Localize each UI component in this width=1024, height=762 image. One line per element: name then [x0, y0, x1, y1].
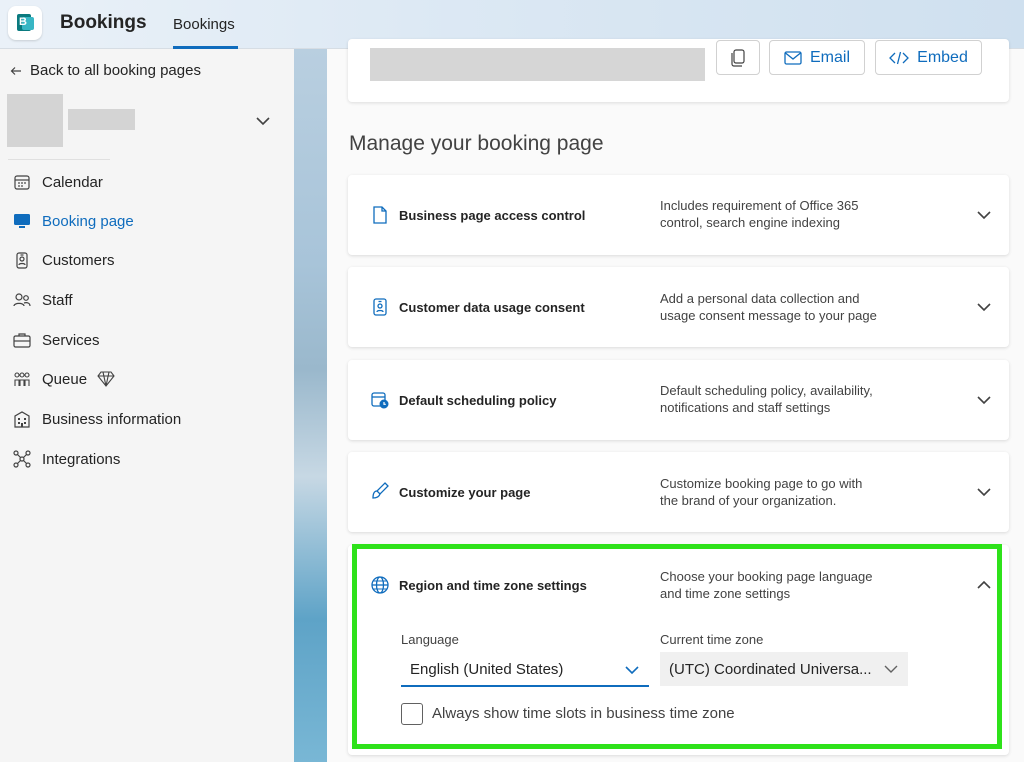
sidebar-item-integrations[interactable]: Integrations — [12, 447, 120, 471]
calendar-icon — [14, 175, 30, 190]
chevron-down-icon[interactable] — [976, 394, 992, 406]
integrations-icon — [13, 450, 31, 468]
sidebar-item-customers[interactable]: Customers — [12, 248, 115, 272]
copy-icon — [731, 48, 745, 67]
email-button[interactable]: Email — [769, 40, 865, 75]
timezone-dropdown[interactable]: (UTC) Coordinated Universa... — [660, 652, 908, 686]
sidebar-item-calendar[interactable]: Calendar — [12, 170, 103, 194]
business-time-zone-checkbox[interactable] — [401, 703, 423, 725]
sidebar-item-label: Staff — [42, 291, 73, 309]
embed-button-label: Embed — [917, 48, 968, 66]
main-content: Email Embed Manage your booking page Bus… — [327, 39, 1024, 762]
language-label: Language — [401, 632, 459, 647]
background-image-strip — [294, 49, 327, 762]
chevron-down-icon[interactable] — [976, 486, 992, 498]
paint-brush-icon — [372, 482, 389, 499]
timezone-value: (UTC) Coordinated Universa... — [669, 660, 872, 678]
language-dropdown[interactable]: English (United States) — [401, 653, 649, 687]
nav-divider — [8, 159, 110, 160]
app-title: Bookings — [60, 12, 147, 33]
people-icon — [13, 293, 31, 307]
booking-url-placeholder — [370, 48, 705, 81]
chevron-down-icon — [884, 665, 898, 673]
accordion-customize-page[interactable]: Customize your page Customize booking pa… — [348, 452, 1009, 532]
chevron-up-icon[interactable] — [976, 579, 992, 591]
section-title: Business page access control — [399, 208, 586, 223]
sidebar-item-business-information[interactable]: Business information — [12, 407, 181, 431]
back-link-label: Back to all booking pages — [30, 62, 201, 79]
sidebar-item-label: Services — [42, 331, 100, 349]
diamond-premium-icon — [97, 371, 115, 387]
sidebar-item-staff[interactable]: Staff — [12, 288, 73, 312]
sidebar-item-label: Integrations — [42, 450, 121, 468]
section-title: Customize your page — [399, 485, 531, 500]
share-card: Email Embed — [348, 39, 1009, 102]
code-icon — [889, 51, 910, 64]
timezone-label: Current time zone — [660, 632, 764, 647]
section-description: Choose your booking page language and tim… — [660, 569, 873, 601]
section-description: Default scheduling policy, availability,… — [660, 383, 873, 415]
customer-badge-icon — [16, 252, 28, 269]
back-to-booking-pages-link[interactable]: Back to all booking pages — [10, 62, 201, 79]
email-button-label: Email — [809, 48, 850, 66]
sidebar-item-label: Business information — [42, 410, 182, 428]
badge-person-icon — [373, 298, 387, 316]
calendar-clock-icon — [371, 392, 389, 409]
sidebar: Back to all booking pages Calendar Booki… — [0, 49, 294, 762]
mail-icon — [784, 50, 802, 65]
sidebar-item-label: Calendar — [42, 173, 103, 191]
section-description: Customize booking page to go with the bra… — [660, 476, 863, 508]
document-icon — [373, 206, 387, 224]
section-title[interactable]: Region and time zone settings — [399, 578, 587, 593]
section-description: Includes requirement of Office 365 contro… — [660, 198, 859, 230]
section-description: Add a personal data collection and usage … — [660, 291, 877, 323]
people-queue-icon — [14, 372, 30, 386]
business-name-placeholder — [68, 109, 135, 130]
business-time-zone-checkbox-label[interactable]: Always show time slots in business time … — [432, 705, 735, 722]
section-title: Default scheduling policy — [399, 393, 557, 408]
chevron-down-icon[interactable] — [976, 301, 992, 313]
sidebar-item-queue[interactable]: Queue — [12, 367, 115, 391]
tab-bookings[interactable]: Bookings — [173, 16, 235, 33]
bookings-app-icon[interactable]: B — [8, 6, 42, 40]
sidebar-item-label: Booking page — [42, 212, 134, 230]
arrow-left-icon — [10, 66, 21, 75]
language-value: English (United States) — [410, 660, 564, 678]
chevron-down-icon — [625, 666, 639, 675]
accordion-default-scheduling-policy[interactable]: Default scheduling policy Default schedu… — [348, 360, 1009, 440]
accordion-customer-data-consent[interactable]: Customer data usage consent Add a person… — [348, 267, 1009, 347]
page-title: Manage your booking page — [349, 132, 604, 155]
sidebar-item-label: Customers — [42, 251, 115, 269]
embed-button[interactable]: Embed — [875, 40, 982, 75]
sidebar-item-booking-page[interactable]: Booking page — [12, 209, 134, 233]
accordion-business-page-access[interactable]: Business page access control Includes re… — [348, 175, 1009, 255]
globe-icon — [371, 576, 389, 594]
chevron-down-icon[interactable] — [254, 115, 272, 127]
accordion-region-time-zone: Region and time zone settings Choose you… — [348, 545, 1009, 755]
business-avatar — [7, 94, 63, 147]
sidebar-item-label: Queue — [42, 370, 88, 388]
briefcase-icon — [13, 333, 31, 348]
sidebar-item-services[interactable]: Services — [12, 328, 100, 352]
copy-link-button[interactable] — [716, 40, 760, 75]
chevron-down-icon[interactable] — [976, 209, 992, 221]
building-icon — [14, 411, 30, 428]
monitor-icon — [14, 214, 30, 228]
section-title: Customer data usage consent — [399, 300, 585, 315]
